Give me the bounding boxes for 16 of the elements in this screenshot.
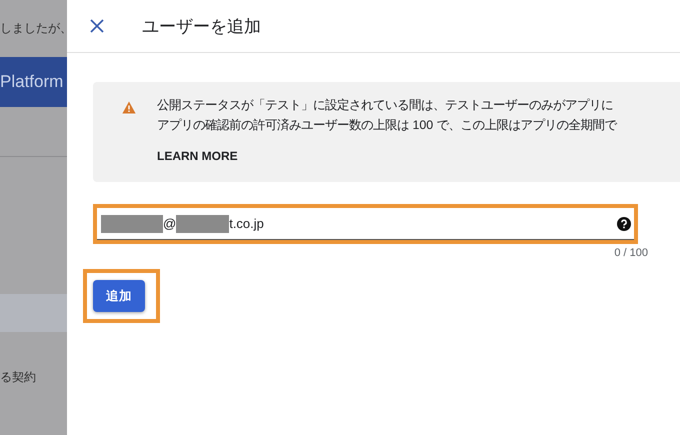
banner-title: Platform <box>0 57 67 107</box>
notice-text: 公開ステータスが「テスト」に設定されている間は、テストユーザーのみがアプリに アプリの確認前の許可済みユーザー数の上限は 100 で、この上限はアプリの全期間で <box>157 97 617 134</box>
add-button[interactable]: 追加 <box>93 280 145 312</box>
warning-icon <box>122 101 136 114</box>
page-text: しましたが、 <box>0 20 67 37</box>
redaction-block <box>101 214 163 232</box>
dialog-title: ユーザーを追加 <box>142 16 261 38</box>
field-text: @ <box>163 216 176 231</box>
character-counter: 0 / 100 <box>614 247 648 259</box>
close-button[interactable] <box>90 19 104 33</box>
learn-more-link[interactable]: LEARN MORE <box>157 149 238 163</box>
help-icon[interactable] <box>617 216 631 230</box>
email-field[interactable]: @ t.co.jp <box>97 208 634 240</box>
field-text: t.co.jp <box>229 216 264 231</box>
sidebar-item[interactable]: る契約 <box>0 358 67 396</box>
redaction-block <box>176 214 230 232</box>
